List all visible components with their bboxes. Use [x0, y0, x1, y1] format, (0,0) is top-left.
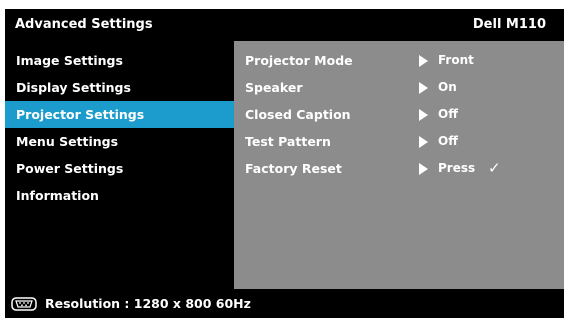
status-bar: Resolution : 1280 x 800 60Hz: [5, 289, 564, 318]
checkmark-icon: ✓: [488, 159, 501, 177]
model-name: Dell M110: [472, 17, 546, 32]
title-bar: Advanced Settings Dell M110: [5, 9, 564, 41]
left-menu: Image Settings Display Settings Projecto…: [5, 41, 234, 289]
setting-value: Off: [438, 134, 458, 148]
arrow-right-icon: [419, 82, 428, 94]
setting-label: Closed Caption: [245, 107, 351, 122]
arrow-right-icon: [419, 136, 428, 148]
setting-row-speaker[interactable]: Speaker On: [234, 74, 564, 101]
setting-label: Factory Reset: [245, 161, 342, 176]
menu-item-display-settings[interactable]: Display Settings: [5, 74, 234, 101]
setting-value: Off: [438, 107, 458, 121]
menu-item-information[interactable]: Information: [5, 182, 234, 209]
setting-value: Front: [438, 53, 474, 67]
setting-label: Projector Mode: [245, 53, 353, 68]
menu-item-projector-settings[interactable]: Projector Settings: [5, 101, 234, 128]
osd-menu: Advanced Settings Dell M110 Image Settin…: [5, 9, 564, 318]
resolution-text: Resolution : 1280 x 800 60Hz: [45, 296, 251, 311]
setting-row-closed-caption[interactable]: Closed Caption Off: [234, 101, 564, 128]
menu-item-power-settings[interactable]: Power Settings: [5, 155, 234, 182]
menu-item-image-settings[interactable]: Image Settings: [5, 47, 234, 74]
settings-panel: Projector Mode Front Speaker On Closed C…: [234, 41, 564, 289]
arrow-right-icon: [419, 55, 428, 67]
setting-row-factory-reset[interactable]: Factory Reset Press ✓: [234, 155, 564, 182]
vga-connector-icon: [11, 296, 37, 311]
arrow-right-icon: [419, 109, 428, 121]
setting-value: Press: [438, 161, 476, 175]
setting-label: Test Pattern: [245, 134, 331, 149]
setting-label: Speaker: [245, 80, 303, 95]
setting-value: On: [438, 80, 457, 94]
menu-item-menu-settings[interactable]: Menu Settings: [5, 128, 234, 155]
setting-row-projector-mode[interactable]: Projector Mode Front: [234, 47, 564, 74]
setting-row-test-pattern[interactable]: Test Pattern Off: [234, 128, 564, 155]
menu-title: Advanced Settings: [15, 17, 153, 32]
arrow-right-icon: [419, 163, 428, 175]
